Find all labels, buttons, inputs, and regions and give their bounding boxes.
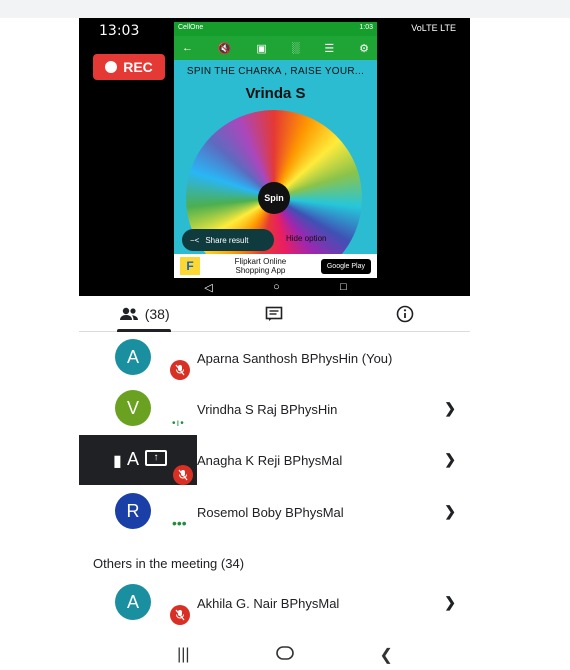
stats-icon: ░ [291,42,300,54]
chat-icon [266,306,283,321]
participant-avatar-area: A [79,333,197,383]
participant-row[interactable]: A Aparna Santhosh BPhysHin (You) [79,333,470,383]
participant-row[interactable]: A ▮ ↑ Anagha K Reji BPhysMal ❯ [79,435,470,485]
pin-icon: ▮ [113,453,122,470]
phone-nav-bar: ◁ ○ □ [174,278,377,296]
home-icon[interactable] [275,645,294,665]
record-dot-icon [105,61,118,73]
participant-name: Anagha K Reji BPhysMal [197,452,343,468]
top-strip [0,0,570,18]
participant-avatar-area: R ••• [79,487,197,537]
participant-avatar-area: V •ı• [79,384,197,434]
present-screen-icon: ↑ [145,450,167,466]
spin-button: Spin [258,182,290,214]
people-count: (38) [144,305,170,322]
phone-recents-icon: □ [340,281,347,293]
chevron-right-icon[interactable]: ❯ [444,400,456,417]
ad-banner: F Flipkart Online Shopping App Google Pl… [174,254,377,278]
people-icon [119,307,138,320]
save-icon: ▣ [256,42,267,55]
recents-icon[interactable]: ||| [177,646,189,664]
share-result-label: Share result [205,235,249,245]
chevron-right-icon[interactable]: ❯ [444,594,456,611]
list-icon: ☰ [324,42,335,55]
recording-badge: REC [93,54,165,80]
others-heading: Others in the meeting (34) [93,556,245,571]
mic-off-icon [170,360,190,380]
avatar: A [115,584,151,620]
participant-name: Aparna Santhosh BPhysHin (You) [197,350,393,366]
back-icon[interactable]: ❮ [380,645,393,665]
mute-icon: 🔇 [217,42,232,55]
video-feed: 13:03 VoLTE LTE REC CellOne 1:03 ← 🔇 ▣ ░… [79,18,470,296]
tab-chat[interactable] [209,296,339,331]
mic-off-icon [170,605,190,625]
shared-phone-screen: CellOne 1:03 ← 🔇 ▣ ░ ☰ ⚙ SPIN THE CHARKA… [174,22,377,278]
ad-line-2: Shopping App [235,266,286,275]
android-nav-bar: ||| ❮ [0,640,570,670]
ad-text: Flipkart Online Shopping App [235,257,287,275]
phone-back-icon: ◁ [204,281,213,294]
back-arrow-icon: ← [182,42,193,54]
mic-off-icon [173,465,193,485]
info-icon [396,305,414,322]
participant-avatar-area: A [79,578,197,628]
phone-carrier: CellOne [178,24,204,31]
phone-toolbar: ← 🔇 ▣ ░ ☰ ⚙ [174,36,377,60]
spin-wheel: Spin [186,110,362,278]
participant-row[interactable]: A Akhila G. Nair BPhysMal ❯ [79,578,470,628]
participant-avatar-area: A ▮ ↑ [79,435,197,485]
avatar: A [115,339,151,375]
spin-app-title: SPIN THE CHARKA , RAISE YOUR... [186,66,365,77]
recording-label: REC [123,59,153,75]
share-result-button: −< Share result [182,229,274,251]
status-time: 13:03 [99,23,140,39]
chevron-right-icon[interactable]: ❯ [444,451,456,468]
flipkart-logo: F [180,257,200,275]
participant-name: Akhila G. Nair BPhysMal [197,595,340,611]
google-play-badge: Google Play [320,258,371,274]
participant-row[interactable]: R ••• Rosemol Boby BPhysMal ❯ [79,487,470,537]
settings-icon: ⚙ [359,42,369,55]
chevron-right-icon[interactable]: ❯ [444,503,456,520]
avatar: R [115,493,151,529]
participant-row[interactable]: V •ı• Vrindha S Raj BPhysHin ❯ [79,384,470,434]
participant-name: Vrindha S Raj BPhysHin [197,401,338,417]
side-panel-tabs: (38) [79,296,470,332]
phone-home-icon: ○ [273,281,280,293]
tab-people[interactable]: (38) [79,296,209,332]
spin-winner: Vrinda S [245,85,306,102]
tab-info[interactable] [340,296,470,331]
phone-status-bar: CellOne 1:03 [174,22,377,36]
hide-option: Hide option [286,234,327,243]
phone-clock: 1:03 [359,24,373,31]
avatar: V [115,390,151,426]
speaking-indicator-icon: •ı• [172,418,185,429]
status-network: VoLTE LTE [411,23,456,33]
more-dots-icon: ••• [172,515,187,531]
participant-name: Rosemol Boby BPhysMal [197,504,344,520]
share-icon: −< [190,235,200,245]
ad-line-1: Flipkart Online [234,257,287,266]
